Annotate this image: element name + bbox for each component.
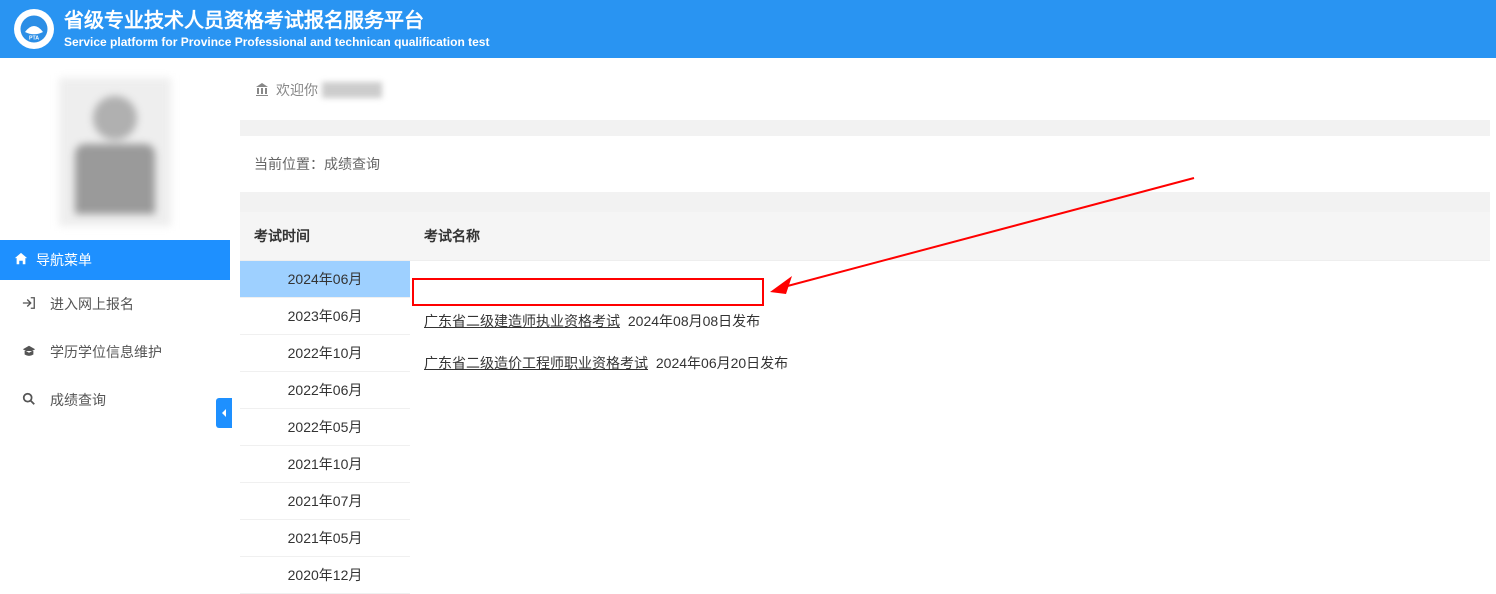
login-icon	[22, 296, 40, 313]
time-item[interactable]: 2021年10月	[240, 446, 410, 483]
sidebar: 导航菜单 进入网上报名 学历学位信息维护 成绩查询	[0, 58, 230, 594]
search-icon	[22, 392, 40, 409]
home-icon	[14, 252, 28, 269]
institution-icon	[254, 81, 270, 100]
exam-link[interactable]: 广东省二级建造师执业资格考试	[424, 313, 620, 329]
breadcrumb-label: 当前位置：	[254, 156, 324, 172]
breadcrumb-value: 成绩查询	[324, 156, 380, 172]
time-item[interactable]: 2022年05月	[240, 409, 410, 446]
logo-icon: PTA	[14, 9, 54, 49]
app-title: 省级专业技术人员资格考试报名服务平台	[64, 9, 489, 33]
user-name-redacted	[322, 82, 382, 98]
breadcrumb: 当前位置：成绩查询	[240, 136, 1490, 192]
exam-row: 广东省二级造价工程师职业资格考试 2024年06月20日发布	[424, 347, 1476, 389]
sidebar-item-label: 进入网上报名	[50, 294, 134, 314]
name-column-header: 考试名称	[410, 212, 1490, 261]
app-header: PTA 省级专业技术人员资格考试报名服务平台 Service platform …	[0, 0, 1496, 58]
time-item[interactable]: 2021年05月	[240, 520, 410, 557]
exam-row: 广东省二级建造师执业资格考试 2024年08月08日发布	[424, 305, 1476, 347]
time-item[interactable]: 2022年06月	[240, 372, 410, 409]
time-column-header: 考试时间	[240, 212, 410, 261]
time-list: 2024年06月2023年06月2022年10月2022年06月2022年05月…	[240, 261, 410, 594]
sidebar-item-signup[interactable]: 进入网上报名	[0, 280, 230, 328]
welcome-bar: 欢迎你	[240, 58, 1490, 120]
sidebar-item-label: 成绩查询	[50, 390, 106, 410]
time-item[interactable]: 2024年06月	[240, 261, 410, 298]
nav-header-label: 导航菜单	[36, 250, 92, 270]
time-item[interactable]: 2023年06月	[240, 298, 410, 335]
name-column: 考试名称 广东省二级建造师执业资格考试 2024年08月08日发布广东省二级造价…	[410, 212, 1490, 594]
sidebar-item-score-query[interactable]: 成绩查询	[0, 376, 230, 424]
avatar-container	[0, 58, 230, 240]
time-item[interactable]: 2022年10月	[240, 335, 410, 372]
graduation-icon	[22, 344, 40, 361]
avatar	[59, 78, 171, 226]
time-item[interactable]: 2020年12月	[240, 557, 410, 594]
exam-link[interactable]: 广东省二级造价工程师职业资格考试	[424, 355, 648, 371]
results-panel: 考试时间 2024年06月2023年06月2022年10月2022年06月202…	[240, 212, 1490, 594]
time-item[interactable]: 2021年07月	[240, 483, 410, 520]
app-subtitle: Service platform for Province Profession…	[64, 35, 489, 49]
main-content: 欢迎你 当前位置：成绩查询 考试时间 2024年06月2023年06月2022年…	[230, 58, 1496, 594]
nav-header: 导航菜单	[0, 240, 230, 280]
svg-text:PTA: PTA	[29, 36, 39, 42]
exam-list: 广东省二级建造师执业资格考试 2024年08月08日发布广东省二级造价工程师职业…	[410, 261, 1490, 389]
exam-publish-date: 2024年08月08日发布	[624, 313, 760, 329]
time-column: 考试时间 2024年06月2023年06月2022年10月2022年06月202…	[240, 212, 410, 594]
exam-publish-date: 2024年06月20日发布	[652, 355, 788, 371]
sidebar-item-label: 学历学位信息维护	[50, 342, 162, 362]
welcome-text: 欢迎你	[276, 80, 318, 100]
sidebar-item-education[interactable]: 学历学位信息维护	[0, 328, 230, 376]
